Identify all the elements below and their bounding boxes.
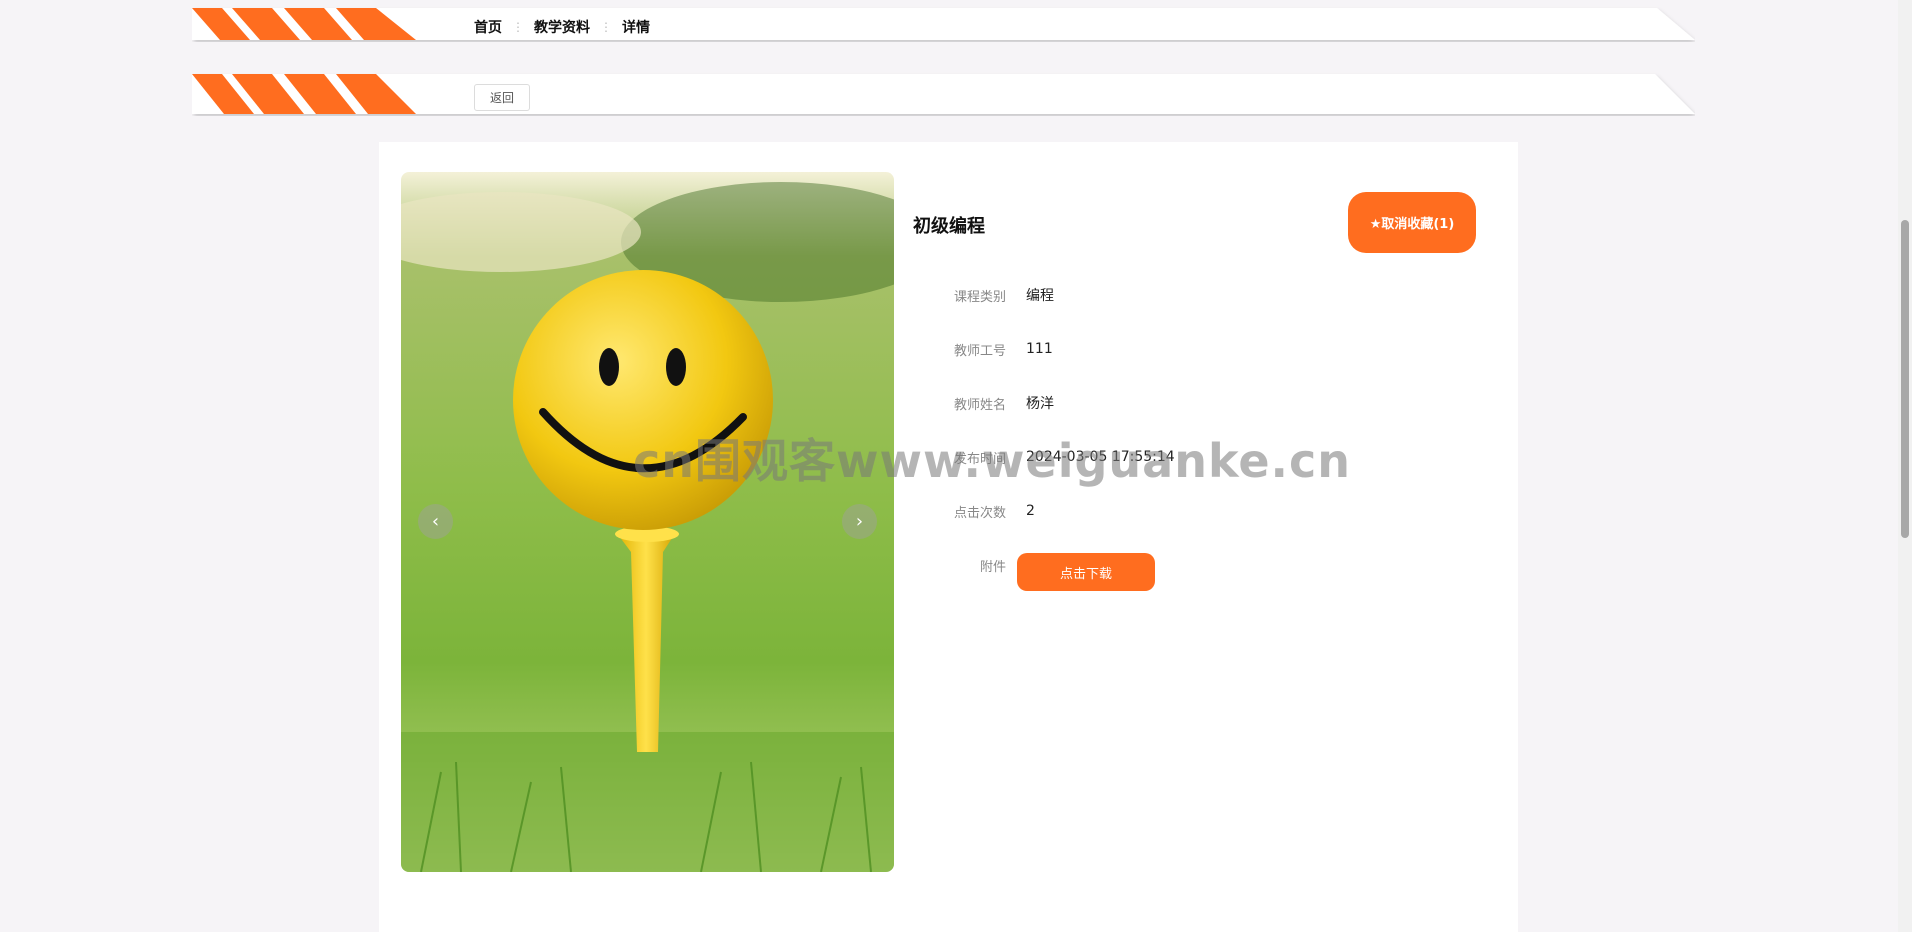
unfavorite-button[interactable]: ★取消收藏(1) — [1348, 192, 1476, 253]
striped-banner-graphic — [192, 8, 1695, 40]
course-title: 初级编程 — [913, 216, 985, 237]
field-value: 杨洋 — [1026, 396, 1054, 412]
field-teacher-name: 教师姓名 杨洋 — [930, 393, 1054, 413]
field-value: 2024-03-05 17:55:14 — [1026, 449, 1175, 465]
back-button[interactable]: 返回 — [474, 84, 530, 111]
striped-banner-graphic — [192, 74, 1695, 114]
toolbar-banner — [192, 72, 1695, 116]
field-click-count: 点击次数 2 — [930, 501, 1035, 521]
field-attachment: 附件 — [930, 555, 1006, 575]
download-button[interactable]: 点击下载 — [1017, 553, 1155, 591]
field-label: 发布时间 — [953, 451, 1006, 467]
carousel-prev-button[interactable]: ‹ — [418, 504, 453, 539]
field-label: 点击次数 — [953, 505, 1006, 521]
breadcrumb: 首页 ⋮ 教学资料 ⋮ 详情 — [474, 18, 650, 36]
field-course-category: 课程类别 编程 — [930, 285, 1054, 305]
breadcrumb-teaching-materials[interactable]: 教学资料 — [534, 17, 590, 37]
breadcrumb-banner — [192, 6, 1695, 42]
breadcrumb-detail: 详情 — [622, 20, 650, 36]
breadcrumb-separator: ⋮ — [600, 20, 612, 34]
carousel-next-button[interactable]: › — [842, 504, 877, 539]
field-teacher-id: 教师工号 111 — [930, 339, 1053, 359]
golf-ball-smiley-image — [401, 172, 894, 872]
field-publish-time: 发布时间 2024-03-05 17:55:14 — [930, 447, 1175, 467]
field-value: 编程 — [1026, 288, 1054, 304]
field-label: 教师工号 — [953, 343, 1006, 359]
field-value: 2 — [1026, 503, 1035, 519]
field-label: 教师姓名 — [953, 397, 1006, 413]
image-carousel[interactable] — [401, 172, 894, 872]
field-label: 附件 — [979, 559, 1006, 575]
breadcrumb-home[interactable]: 首页 — [474, 17, 502, 37]
field-value: 111 — [1026, 341, 1053, 357]
scrollbar-thumb[interactable] — [1901, 220, 1909, 538]
field-label: 课程类别 — [953, 289, 1006, 305]
breadcrumb-separator: ⋮ — [512, 20, 524, 34]
